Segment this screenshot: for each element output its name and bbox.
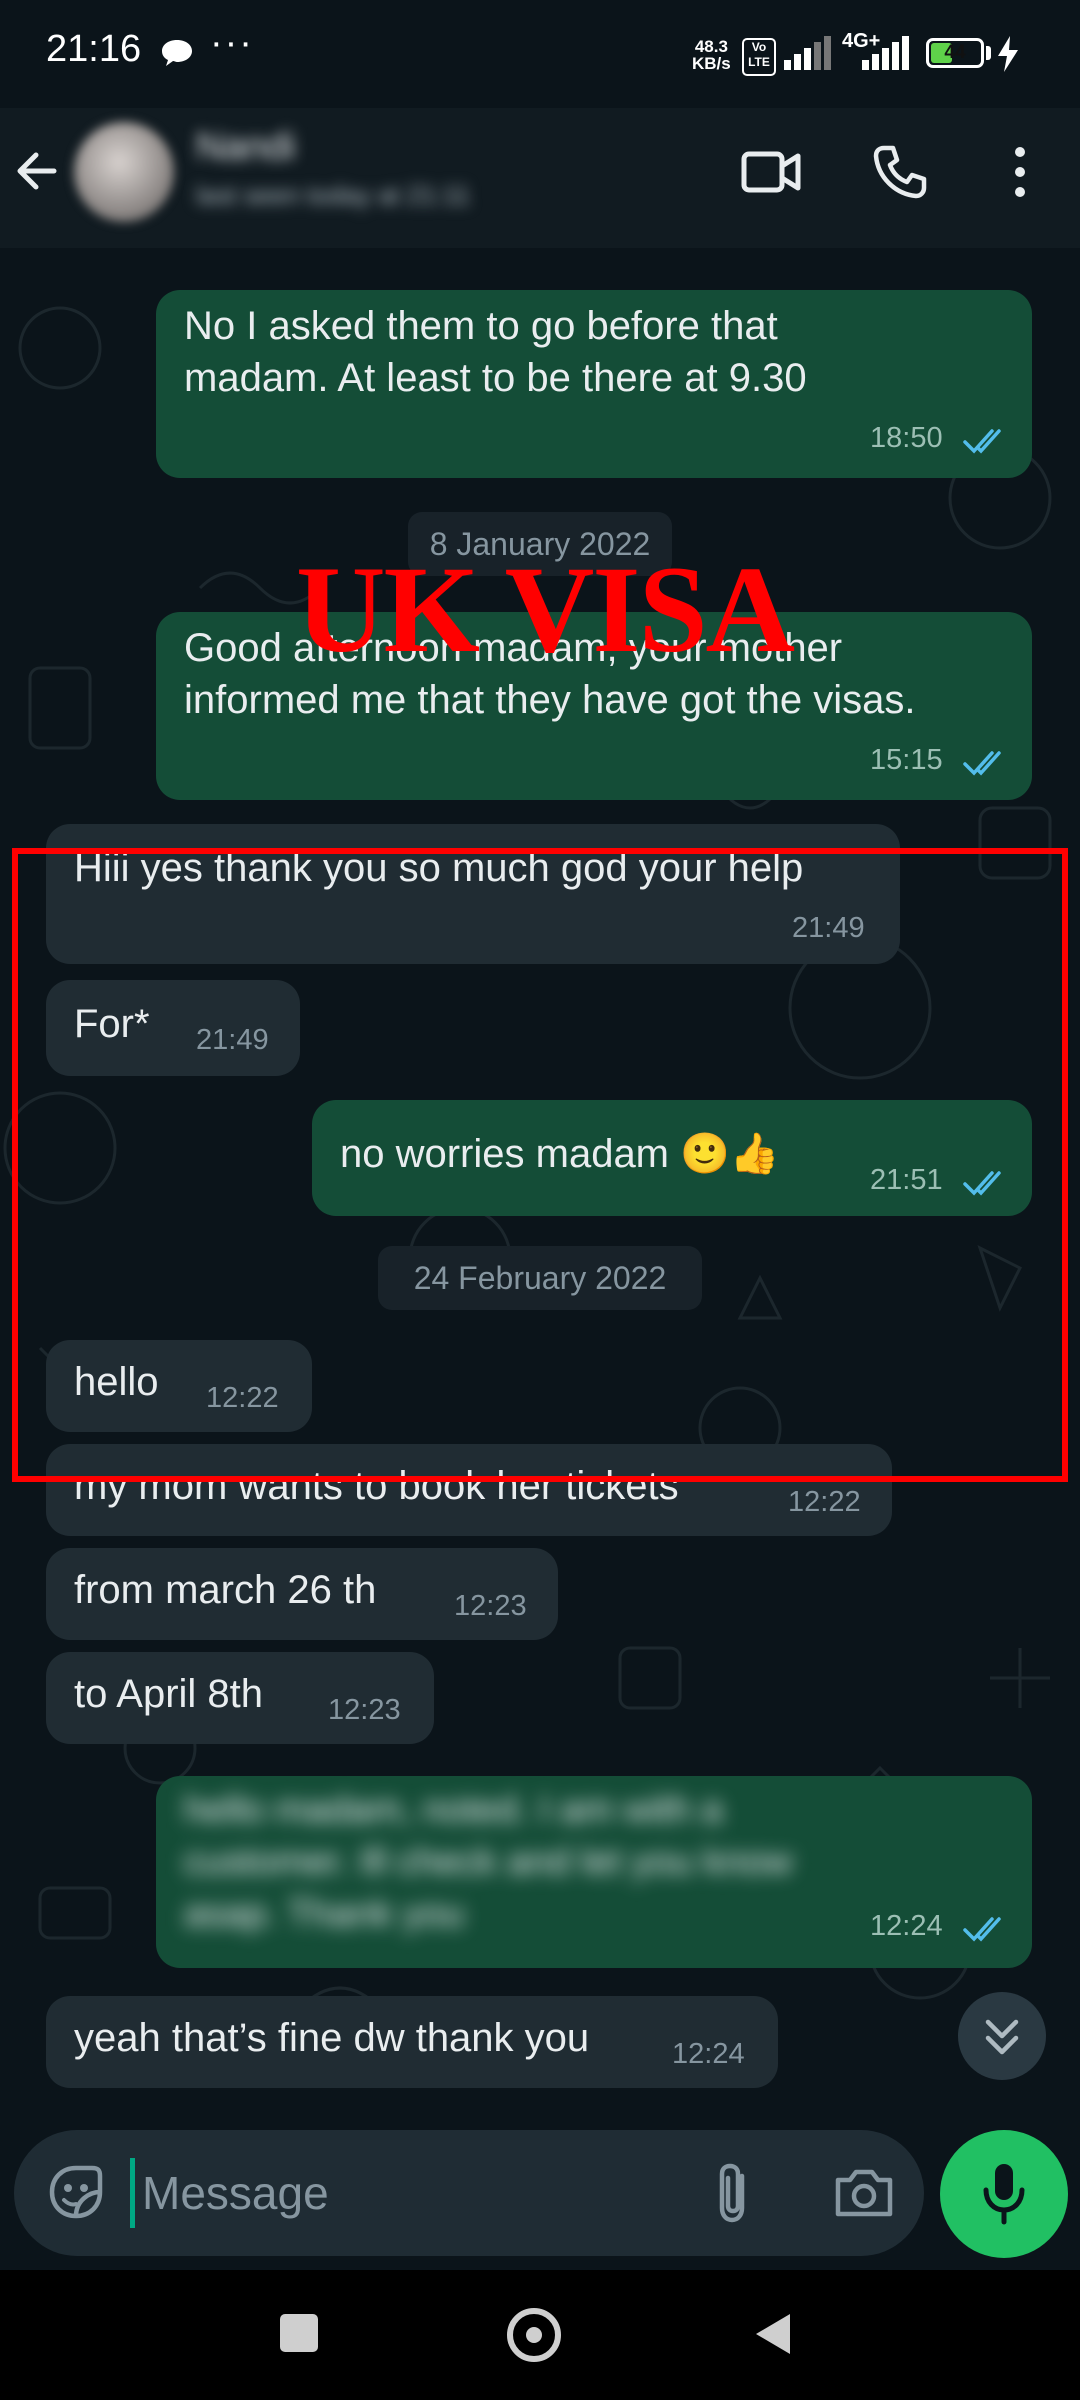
- battery-tip: [986, 46, 991, 60]
- battery-icon: 44: [926, 38, 984, 68]
- camera-icon[interactable]: [832, 2162, 896, 2222]
- status-time: 21:16: [46, 28, 142, 70]
- message-bubble-incoming[interactable]: from march 26 th 12:23: [46, 1548, 558, 1640]
- charging-bolt-icon: [998, 36, 1018, 72]
- message-input[interactable]: [142, 2158, 672, 2228]
- message-time: 12:23: [328, 1694, 401, 1726]
- message-bubble-outgoing[interactable]: hello madam, noted. I am with a customer…: [156, 1776, 1032, 1968]
- chat-header: Nandi last seen today at 21:11: [0, 108, 1080, 248]
- network-speed: 48.3 KB/s: [692, 38, 731, 72]
- back-arrow-icon[interactable]: [14, 146, 58, 196]
- voice-record-button[interactable]: [940, 2130, 1068, 2258]
- network-speed-value: 48.3: [694, 37, 728, 56]
- battery-level: 44: [944, 42, 966, 63]
- message-text: No I asked them to go before that madam.…: [184, 304, 807, 400]
- nav-back-icon[interactable]: [752, 2310, 794, 2358]
- message-text: yeah that’s fine dw thank you: [74, 2016, 590, 2060]
- signal-icon-2: [862, 36, 909, 70]
- message-time: 12:24: [672, 2038, 745, 2070]
- avatar[interactable]: [74, 122, 174, 222]
- home-dot: [526, 2327, 542, 2343]
- paperclip-icon[interactable]: [708, 2160, 758, 2226]
- message-text: from march 26 th: [74, 1568, 377, 1612]
- message-time: 12:23: [454, 1590, 527, 1622]
- status-bar: 21:16 ··· 48.3 KB/s Vo LTE 4G+ 44: [0, 0, 1080, 108]
- scroll-to-bottom-button[interactable]: [958, 1992, 1046, 2080]
- voice-call-icon[interactable]: [872, 144, 928, 200]
- read-receipt-icon: [963, 751, 1001, 776]
- message-text: to April 8th: [74, 1672, 264, 1716]
- system-nav-bar: [0, 2270, 1080, 2400]
- message-time: 12:22: [788, 1486, 861, 1518]
- text-cursor: [130, 2158, 135, 2228]
- video-call-icon[interactable]: [740, 144, 804, 200]
- message-composer: [14, 2130, 924, 2256]
- volte-badge: Vo LTE: [742, 38, 776, 76]
- microphone-icon: [983, 2164, 1025, 2225]
- home-button[interactable]: [507, 2308, 561, 2362]
- message-text-redacted: hello madam, noted. I am with a customer…: [184, 1789, 793, 1935]
- annotation-title: UK VISA: [296, 541, 795, 678]
- scroll-down-icon: [985, 2019, 1019, 2055]
- read-receipt-icon: [963, 429, 1001, 454]
- emoji-icon[interactable]: [44, 2160, 108, 2224]
- message-bubble-incoming[interactable]: to April 8th 12:23: [46, 1652, 434, 1744]
- contact-status[interactable]: last seen today at 21:11: [196, 180, 470, 211]
- chat-notification-icon: [162, 40, 192, 66]
- message-bubble-outgoing[interactable]: No I asked them to go before that madam.…: [156, 290, 1032, 478]
- signal-icon: [784, 36, 831, 70]
- message-bubble-incoming[interactable]: yeah that’s fine dw thank you 12:24: [46, 1996, 778, 2088]
- more-vert-icon[interactable]: [1000, 144, 1040, 200]
- status-more: ···: [210, 22, 254, 64]
- read-receipt-icon: [963, 1917, 1001, 1942]
- recents-button[interactable]: [280, 2314, 318, 2352]
- contact-name[interactable]: Nandi: [196, 126, 295, 169]
- annotation-highlight-box: [12, 848, 1068, 1482]
- message-time: 18:50: [870, 422, 943, 454]
- network-speed-unit: KB/s: [692, 54, 731, 73]
- message-time: 12:24: [870, 1910, 943, 1942]
- message-time: 15:15: [870, 744, 943, 776]
- chat-area[interactable]: No I asked them to go before that madam.…: [0, 248, 1080, 2120]
